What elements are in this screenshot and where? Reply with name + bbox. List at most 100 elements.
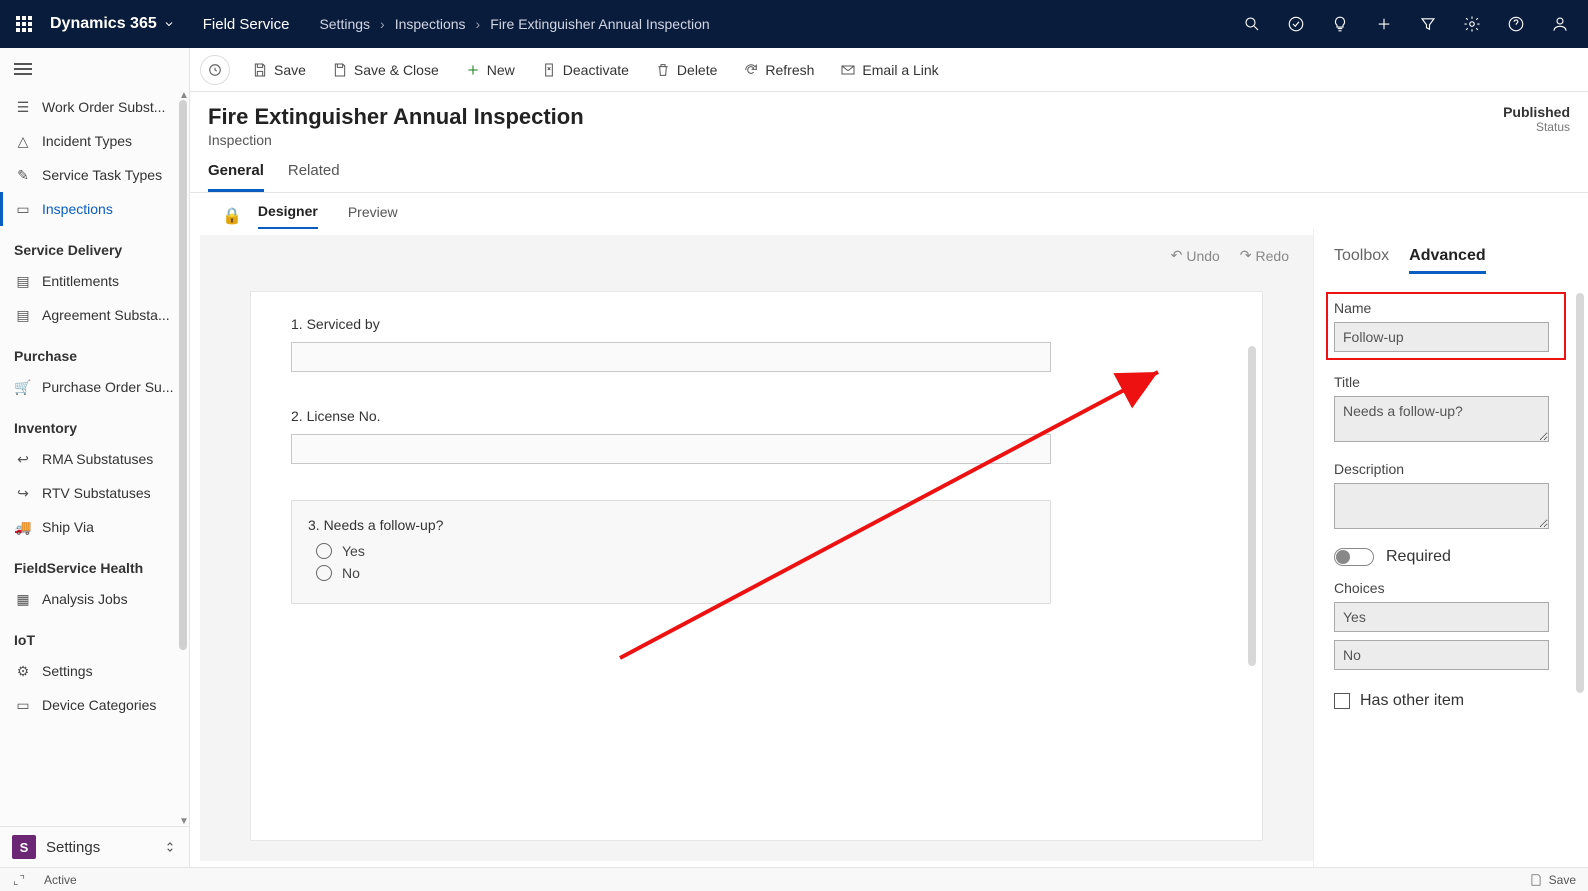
sidebar-item-label: Settings <box>42 663 93 679</box>
subtab-designer[interactable]: Designer <box>258 203 318 229</box>
go-back-button[interactable] <box>200 55 230 85</box>
choice-input-1[interactable] <box>1334 602 1549 632</box>
radio-icon <box>316 543 332 559</box>
nav-group-header: IoT <box>0 616 189 654</box>
question-3[interactable]: 3. Needs a follow-up? Yes No <box>291 500 1051 604</box>
title-input[interactable] <box>1334 396 1549 442</box>
refresh-button[interactable]: Refresh <box>733 56 824 84</box>
has-other-row[interactable]: Has other item <box>1334 692 1578 710</box>
undo-button[interactable]: ↶Undo <box>1171 247 1220 264</box>
sidebar-item-work-order-substatuses[interactable]: ☰Work Order Subst... <box>0 90 189 124</box>
help-icon[interactable] <box>1496 4 1536 44</box>
choices-label: Choices <box>1334 580 1578 596</box>
new-button[interactable]: New <box>455 56 525 84</box>
question-2[interactable]: 2. License No. <box>291 408 1051 464</box>
scrollbar-thumb[interactable] <box>1576 293 1584 693</box>
tab-toolbox[interactable]: Toolbox <box>1334 247 1389 274</box>
app-launcher-icon[interactable] <box>8 8 40 40</box>
file-icon: ▤ <box>14 272 32 290</box>
tab-advanced[interactable]: Advanced <box>1409 247 1485 274</box>
nav-group-header: FieldService Health <box>0 544 189 582</box>
canvas-scrollbar[interactable] <box>1248 296 1258 836</box>
topnav-right <box>1232 4 1580 44</box>
radio-option-no[interactable]: No <box>316 565 1034 581</box>
sidebar-item-agreement-substatuses[interactable]: ▤Agreement Substa... <box>0 298 189 332</box>
user-icon[interactable] <box>1540 4 1580 44</box>
nav-list: ☰Work Order Subst... △Incident Types ✎Se… <box>0 90 189 826</box>
save-button[interactable]: Save <box>242 56 316 84</box>
topnav-left: Dynamics 365 Field Service Settings › In… <box>8 8 710 40</box>
sidebar-item-rma-substatuses[interactable]: ↩RMA Substatuses <box>0 442 189 476</box>
sidebar-item-analysis-jobs[interactable]: ▦Analysis Jobs <box>0 582 189 616</box>
name-label: Name <box>1334 300 1558 316</box>
scroll-up-icon[interactable]: ▲ <box>179 90 189 100</box>
canvas-region: ↶Undo ↷Redo 1. Serviced by 2. License No… <box>200 235 1313 861</box>
sidebar-item-inspections[interactable]: ▭ Inspections <box>0 192 189 226</box>
brand[interactable]: Dynamics 365 <box>50 15 175 33</box>
sidebar-item-label: Incident Types <box>42 133 132 149</box>
task-icon[interactable] <box>1276 4 1316 44</box>
sidebar-item-incident-types[interactable]: △Incident Types <box>0 124 189 158</box>
lightbulb-icon[interactable] <box>1320 4 1360 44</box>
required-toggle[interactable] <box>1334 548 1374 566</box>
file-icon: ▤ <box>14 306 32 324</box>
panel-scrollbar[interactable] <box>1576 233 1586 863</box>
clipboard-icon: ▭ <box>14 200 32 218</box>
description-input[interactable] <box>1334 483 1549 529</box>
area-switcher[interactable]: S Settings <box>0 826 189 867</box>
name-input[interactable] <box>1334 322 1549 352</box>
undo-redo: ↶Undo ↷Redo <box>1171 247 1289 264</box>
checkbox-icon[interactable] <box>1334 693 1350 709</box>
add-icon[interactable] <box>1364 4 1404 44</box>
sidebar-item-entitlements[interactable]: ▤ Entitlements <box>0 264 189 298</box>
sidebar-item-label: Entitlements <box>42 273 119 289</box>
question-1[interactable]: 1. Serviced by <box>291 316 1051 372</box>
sidebar-item-label: Inspections <box>42 201 113 217</box>
sidebar-item-ship-via[interactable]: 🚚Ship Via <box>0 510 189 544</box>
deactivate-button[interactable]: Deactivate <box>531 56 639 84</box>
sidebar-toggle-button[interactable] <box>0 48 189 90</box>
app-name[interactable]: Field Service <box>203 16 290 33</box>
sidebar-item-iot-settings[interactable]: ⚙Settings <box>0 654 189 688</box>
device-icon: ▭ <box>14 696 32 714</box>
subtab-preview[interactable]: Preview <box>348 204 398 228</box>
description-label: Description <box>1334 461 1578 477</box>
sidebar-scrollbar[interactable]: ▲ ▼ <box>179 90 189 826</box>
radio-option-yes[interactable]: Yes <box>316 543 1034 559</box>
button-label: Refresh <box>765 62 814 78</box>
delete-button[interactable]: Delete <box>645 56 727 84</box>
filter-icon[interactable] <box>1408 4 1448 44</box>
question-1-input[interactable] <box>291 342 1051 372</box>
gear-icon[interactable] <box>1452 4 1492 44</box>
sidebar-item-service-task-types[interactable]: ✎Service Task Types <box>0 158 189 192</box>
lock-icon: 🔒 <box>222 206 242 226</box>
radio-label: No <box>342 565 360 581</box>
scrollbar-thumb[interactable] <box>1248 346 1256 666</box>
email-a-link-button[interactable]: Email a Link <box>830 56 948 84</box>
sidebar-item-label: Service Task Types <box>42 167 162 183</box>
page-title: Fire Extinguisher Annual Inspection <box>208 104 584 130</box>
breadcrumb-item[interactable]: Inspections <box>395 16 466 32</box>
sidebar-item-label: Purchase Order Su... <box>42 379 174 395</box>
scroll-down-icon[interactable]: ▼ <box>179 816 189 826</box>
sidebar-item-rtv-substatuses[interactable]: ↪RTV Substatuses <box>0 476 189 510</box>
designer-subtabs: 🔒 Designer Preview <box>190 193 1588 229</box>
sidebar-item-device-categories[interactable]: ▭Device Categories <box>0 688 189 722</box>
status-save-button[interactable]: Save <box>1529 873 1576 887</box>
search-icon[interactable] <box>1232 4 1272 44</box>
save-and-close-button[interactable]: Save & Close <box>322 56 449 84</box>
question-2-input[interactable] <box>291 434 1051 464</box>
designer-canvas[interactable]: 1. Serviced by 2. License No. 3. Needs a… <box>250 291 1263 841</box>
breadcrumb-item[interactable]: Settings <box>319 16 370 32</box>
redo-button[interactable]: ↷Redo <box>1240 247 1289 264</box>
expand-icon[interactable] <box>12 873 26 887</box>
sidebar-item-purchase-order-substatuses[interactable]: 🛒Purchase Order Su... <box>0 370 189 404</box>
choice-input-2[interactable] <box>1334 640 1549 670</box>
nav-group-header: Purchase <box>0 332 189 370</box>
tab-related[interactable]: Related <box>288 162 340 192</box>
breadcrumb-item[interactable]: Fire Extinguisher Annual Inspection <box>490 16 709 32</box>
tab-general[interactable]: General <box>208 162 264 192</box>
chevron-down-icon <box>163 18 175 30</box>
name-field-group: Name <box>1326 292 1566 360</box>
scrollbar-thumb[interactable] <box>179 100 187 650</box>
